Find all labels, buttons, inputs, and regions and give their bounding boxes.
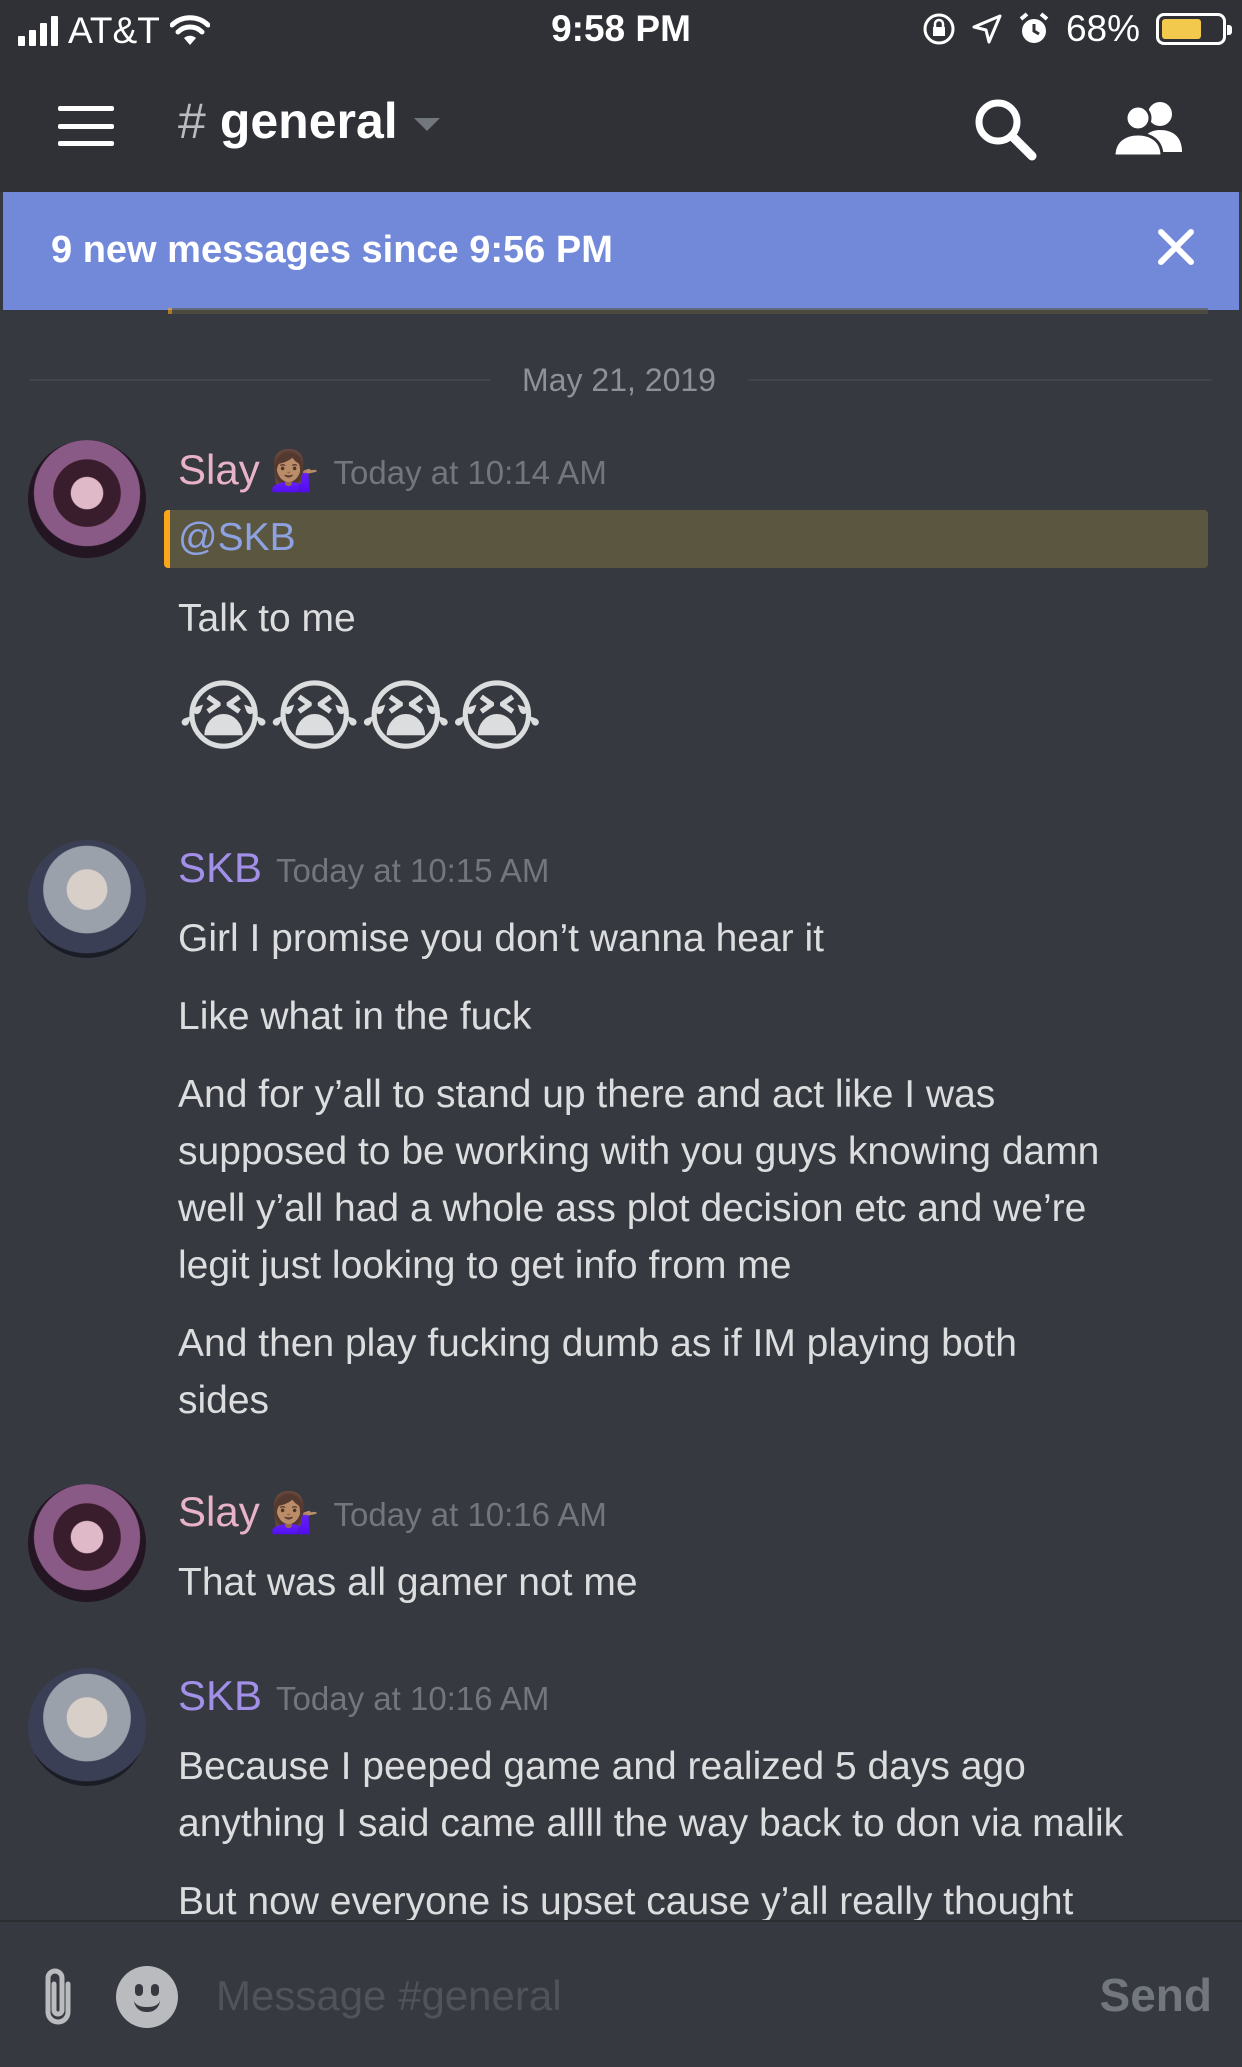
channel-name: general	[219, 93, 398, 149]
avatar[interactable]	[28, 840, 146, 958]
menu-icon[interactable]	[58, 106, 114, 146]
emoji-message: 😭😭😭😭	[178, 672, 543, 762]
message-text: legit just looking to get info from me	[178, 1244, 792, 1287]
message-text: That was all gamer not me	[178, 1561, 638, 1604]
message-text: anything I said came allll the way back …	[178, 1802, 1124, 1845]
message-header: SKB Today at 10:15 AM	[178, 844, 549, 892]
divider-date: May 21, 2019	[522, 362, 716, 398]
search-icon[interactable]	[972, 96, 1038, 162]
channel-hash: #	[178, 93, 206, 149]
user-mention[interactable]: @SKB	[178, 516, 296, 560]
emoji-icon[interactable]	[116, 1966, 178, 2028]
timestamp: Today at 10:15 AM	[276, 852, 550, 889]
chevron-down-icon	[413, 117, 440, 131]
username[interactable]: SKB	[178, 844, 262, 892]
message-text: well y’all had a whole ass plot decision…	[178, 1187, 1087, 1230]
new-messages-text: 9 new messages since 9:56 PM	[51, 229, 613, 271]
channel-header: # general	[0, 62, 1242, 192]
message-text: And then play fucking dumb as if IM play…	[178, 1322, 1017, 1365]
alarm-icon	[1019, 12, 1049, 43]
date-divider: May 21, 2019	[30, 360, 1212, 400]
close-icon[interactable]	[1151, 222, 1201, 272]
message-header: SKB Today at 10:16 AM	[178, 1672, 549, 1720]
username-emoji: 💁🏽‍♀️	[269, 1491, 320, 1535]
username[interactable]: Slay	[178, 1488, 260, 1536]
message-text: Because I peeped game and realized 5 day…	[178, 1745, 1026, 1788]
avatar[interactable]	[28, 440, 146, 558]
message-header: Slay 💁🏽‍♀️ Today at 10:16 AM	[178, 1488, 607, 1536]
previous-message-edge	[168, 308, 1208, 314]
members-icon[interactable]	[1110, 96, 1186, 162]
location-icon	[972, 14, 1002, 44]
channel-selector[interactable]: # general	[178, 92, 440, 150]
mention-highlight	[164, 510, 1208, 568]
timestamp: Today at 10:16 AM	[276, 1680, 550, 1717]
username[interactable]: SKB	[178, 1672, 262, 1720]
message-text: And for y’all to stand up there and act …	[178, 1073, 996, 1116]
avatar[interactable]	[28, 1484, 146, 1602]
message-header: Slay 💁🏽‍♀️ Today at 10:14 AM	[178, 446, 607, 494]
battery-percent: 68%	[1065, 8, 1140, 49]
timestamp: Today at 10:14 AM	[333, 454, 607, 491]
avatar[interactable]	[28, 1668, 146, 1786]
message-text: Talk to me	[178, 597, 356, 640]
message-composer: Send	[0, 1920, 1242, 2067]
attach-icon[interactable]	[38, 1966, 78, 2028]
message-text: sides	[178, 1379, 270, 1422]
username-emoji: 💁🏽‍♀️	[269, 449, 320, 493]
status-bar: AT&T 9:58 PM 68%	[0, 0, 1242, 62]
status-right: 68%	[922, 8, 1232, 50]
battery-fill	[1162, 19, 1202, 39]
message-text: Girl I promise you don’t wanna hear it	[178, 917, 824, 960]
username[interactable]: Slay	[178, 446, 260, 494]
timestamp: Today at 10:16 AM	[333, 1496, 607, 1533]
orientation-lock-icon	[923, 13, 955, 45]
message-input[interactable]	[216, 1964, 776, 2028]
battery-icon	[1156, 13, 1232, 45]
send-button[interactable]: Send	[1100, 1968, 1212, 2022]
new-messages-banner[interactable]: 9 new messages since 9:56 PM	[3, 192, 1239, 310]
message-text: supposed to be working with you guys kno…	[178, 1130, 1100, 1173]
message-text: Like what in the fuck	[178, 995, 532, 1038]
